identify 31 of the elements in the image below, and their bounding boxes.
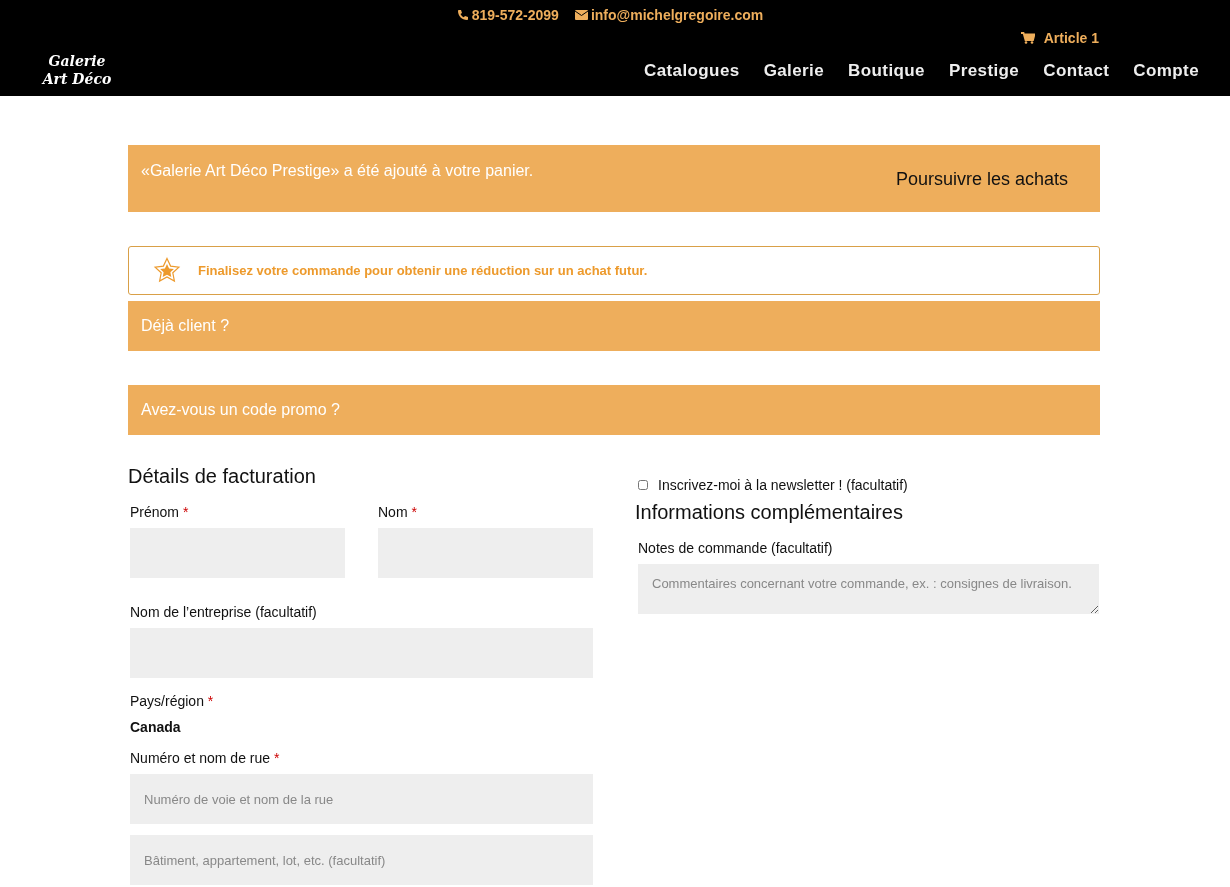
nav-link[interactable]: Prestige [948,61,1020,81]
email-link[interactable]: info@michelgregoire.com [574,7,764,23]
site-logo[interactable]: Galerie Art Déco [33,52,121,88]
nav-link[interactable]: Catalogues [644,61,740,81]
nav-link[interactable]: Galerie [763,61,825,81]
continue-shopping-button[interactable]: Poursuivre les achats [895,145,1100,190]
cart-icon [1020,32,1035,44]
section-heading: Informations complémentaires [635,501,904,524]
newsletter-checkbox[interactable] [638,480,648,490]
nav-link[interactable]: Contact [1043,61,1110,81]
nav-link[interactable]: Boutique [848,61,925,81]
notes-field[interactable]: Commentaires concernant votre commande, ex. : consignes de livraison. [638,564,1099,614]
nav-link[interactable]: Compte [1133,61,1199,81]
star-icon [153,257,181,284]
input-field[interactable]: Numéro de voie et nom de la rue [130,774,593,824]
reward-text: Finalisez votre commande pour obtenir une réduction sur un achat futur. [198,263,648,278]
country-value: Canada [130,719,182,735]
field-label: Nom de l’entreprise (facultatif) [130,604,318,620]
envelope-icon [574,10,588,20]
checkbox-label: Inscrivez-moi à la newsletter ! (facultatif) [658,477,908,493]
phone-link[interactable]: 819-572-2099 [456,7,559,23]
field-label: Prénom * [130,504,190,520]
field-label: Notes de commande (facultatif) [638,540,834,556]
field-label: Nom * [378,504,418,520]
input-field[interactable]: Bâtiment, appartement, lot, etc. (facultatif) [130,835,593,885]
cart-link[interactable]: Article 1 [1020,30,1099,46]
field-label: Numéro et nom de rue * [130,750,281,766]
section-heading: Détails de facturation [128,465,317,488]
field-label: Pays/région * [130,693,215,709]
cart-notice-message: «Galerie Art Déco Prestige» a été ajouté à votre panier. [140,161,535,181]
phone-icon [456,9,469,21]
